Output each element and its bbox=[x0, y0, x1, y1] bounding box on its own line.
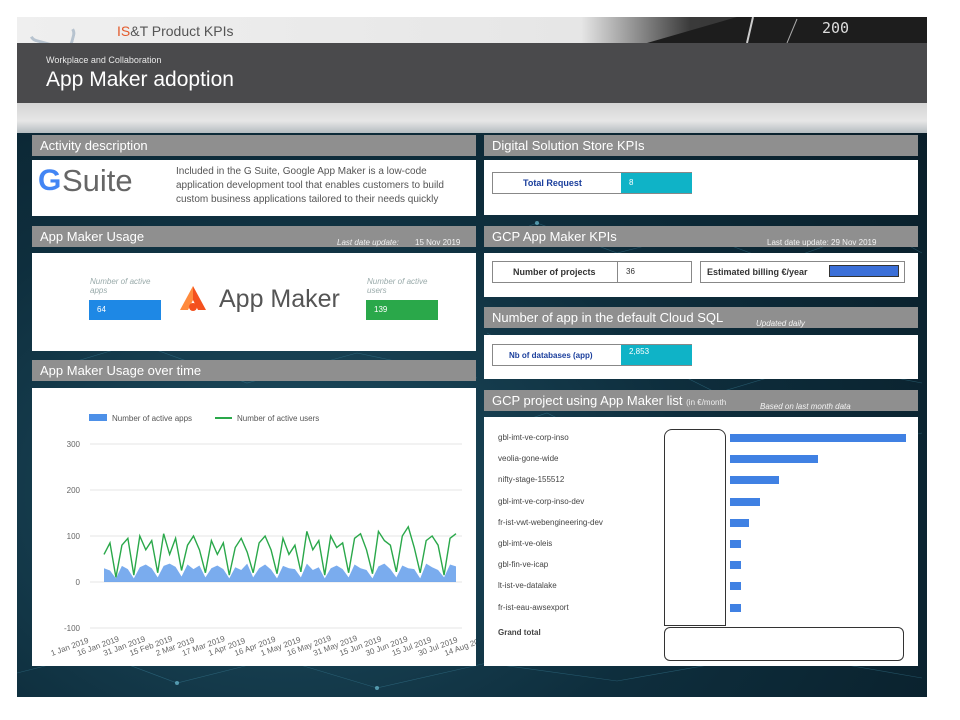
gauge-text: 200 bbox=[822, 19, 850, 37]
usage-over-time-chart: Number of active apps Number of active us… bbox=[50, 414, 489, 658]
billing-box: Estimated billing €/year bbox=[700, 261, 905, 283]
usage-section-title: App Maker Usage Last date update: 15 Nov… bbox=[32, 226, 476, 247]
projlist-section-title: GCP project using App Maker list (in €/m… bbox=[484, 390, 918, 411]
gsuite-g-icon: G bbox=[38, 164, 62, 197]
active-users-value: 139 bbox=[366, 300, 438, 320]
cloudsql-panel: Nb of databases (app) 2,853 bbox=[484, 335, 918, 379]
usage-time-panel: Number of active apps Number of active us… bbox=[32, 388, 489, 666]
project-bar bbox=[730, 582, 741, 591]
gcp-title-text: GCP App Maker KPIs bbox=[492, 229, 617, 244]
brand-amp: & bbox=[130, 23, 140, 39]
cloudsql-note: Updated daily bbox=[756, 319, 805, 328]
databases-value: 2,853 bbox=[621, 345, 692, 365]
brand-prefix: IS bbox=[117, 23, 131, 39]
project-bar bbox=[730, 476, 780, 485]
app-maker-logo-text: App Maker bbox=[219, 285, 340, 313]
header-top-bar: IS&T Product KPIs 200 bbox=[17, 17, 927, 52]
total-request-label: Total Request bbox=[523, 178, 582, 188]
project-name: fr-ist-eau-awsexport bbox=[498, 602, 569, 612]
projlist-title-unit: (in €/month bbox=[686, 398, 727, 407]
grand-total-label: Grand total bbox=[498, 628, 541, 637]
projlist-title-text: GCP project using App Maker list bbox=[492, 393, 683, 408]
projects-value: 36 bbox=[617, 262, 692, 282]
gauge-decoration-icon bbox=[647, 17, 927, 43]
usage-last-update-label: Last date update: bbox=[337, 238, 399, 247]
databases-label: Nb of databases (app) bbox=[509, 351, 593, 360]
gsuite-logo-text: Suite bbox=[62, 163, 133, 198]
projlist-panel: gbl-imt-ve-corp-inso veolia-gone-wide nift… bbox=[484, 417, 918, 666]
activity-description: Included in the G Suite, Google App Make… bbox=[176, 166, 444, 205]
y-tick-label: 0 bbox=[76, 578, 81, 587]
project-bar bbox=[730, 434, 906, 442]
y-tick-label: 100 bbox=[67, 532, 81, 541]
project-bar bbox=[730, 540, 741, 548]
redacted-grand-total bbox=[664, 627, 904, 661]
active-users-label: Number of active users bbox=[367, 277, 428, 295]
page-title: App Maker adoption bbox=[46, 68, 234, 91]
project-name: lt-ist-ve-datalake bbox=[498, 581, 557, 591]
activity-section-title: Activity description bbox=[32, 135, 476, 156]
app-maker-icon bbox=[180, 286, 206, 311]
project-bar bbox=[730, 603, 741, 612]
legend-users-label: Number of active users bbox=[237, 414, 319, 423]
project-name: veolia-gone-wide bbox=[498, 454, 559, 464]
y-tick-label: -100 bbox=[64, 624, 81, 633]
databases-box: Nb of databases (app) 2,853 bbox=[492, 344, 692, 366]
brand-title: IS&T Product KPIs bbox=[117, 23, 233, 39]
billing-redacted-value bbox=[829, 265, 899, 277]
billing-label: Estimated billing €/year bbox=[707, 267, 808, 277]
project-name: fr-ist-vwt-webengineering-dev bbox=[498, 517, 603, 527]
project-bar bbox=[730, 518, 750, 527]
total-request-box: Total Request 8 bbox=[492, 172, 692, 194]
projlist-note: Based on last month data bbox=[760, 402, 851, 411]
active-apps-label: Number of active apps bbox=[90, 277, 151, 295]
project-name: nifty-stage-155512 bbox=[498, 475, 565, 485]
usage-title-text: App Maker Usage bbox=[40, 229, 145, 244]
project-bar bbox=[730, 497, 760, 506]
project-name: gbl-imt-ve-corp-inso bbox=[498, 433, 569, 442]
project-bar bbox=[730, 455, 818, 464]
usage-last-update-value: 15 Nov 2019 bbox=[415, 238, 461, 247]
project-name: gbl-imt-ve-oleis bbox=[498, 539, 553, 548]
dashboard-frame: IS&T Product KPIs 200 Workplace and Coll… bbox=[17, 17, 927, 697]
y-tick-label: 200 bbox=[67, 486, 81, 495]
legend-apps-label: Number of active apps bbox=[112, 414, 192, 423]
usage-time-section-title: App Maker Usage over time bbox=[32, 360, 476, 381]
project-bar bbox=[730, 561, 741, 570]
brand-rest: T Product KPIs bbox=[139, 23, 234, 39]
total-request-value: 8 bbox=[621, 173, 692, 193]
store-panel: Total Request 8 bbox=[484, 160, 918, 215]
gcp-section-title: GCP App Maker KPIs Last date update: 29 … bbox=[484, 226, 918, 247]
header-fade bbox=[17, 103, 927, 133]
project-name: gbl-fin-ve-icap bbox=[498, 560, 549, 570]
gcp-panel: Number of projects 36 Estimated billing … bbox=[484, 253, 918, 297]
y-tick-label: 300 bbox=[67, 440, 81, 449]
project-name: gbl-imt-ve-corp-inso-dev bbox=[498, 496, 585, 506]
redacted-values-column bbox=[664, 429, 726, 626]
gcp-last-update: Last date update: 29 Nov 2019 bbox=[767, 238, 877, 247]
active-apps-value: 64 bbox=[89, 300, 161, 320]
usage-panel: Number of active apps 64 App Maker Numbe… bbox=[32, 253, 476, 351]
header-subtitle: Workplace and Collaboration bbox=[46, 55, 162, 65]
cloudsql-title-text: Number of app in the default Cloud SQL bbox=[492, 310, 724, 325]
legend-apps-swatch bbox=[89, 414, 107, 421]
activity-panel: G Suite Included in the G Suite, Google … bbox=[32, 160, 476, 216]
projects-box: Number of projects 36 bbox=[492, 261, 692, 283]
cloudsql-section-title: Number of app in the default Cloud SQL U… bbox=[484, 307, 918, 328]
projects-label: Number of projects bbox=[513, 267, 596, 277]
store-section-title: Digital Solution Store KPIs bbox=[484, 135, 918, 156]
